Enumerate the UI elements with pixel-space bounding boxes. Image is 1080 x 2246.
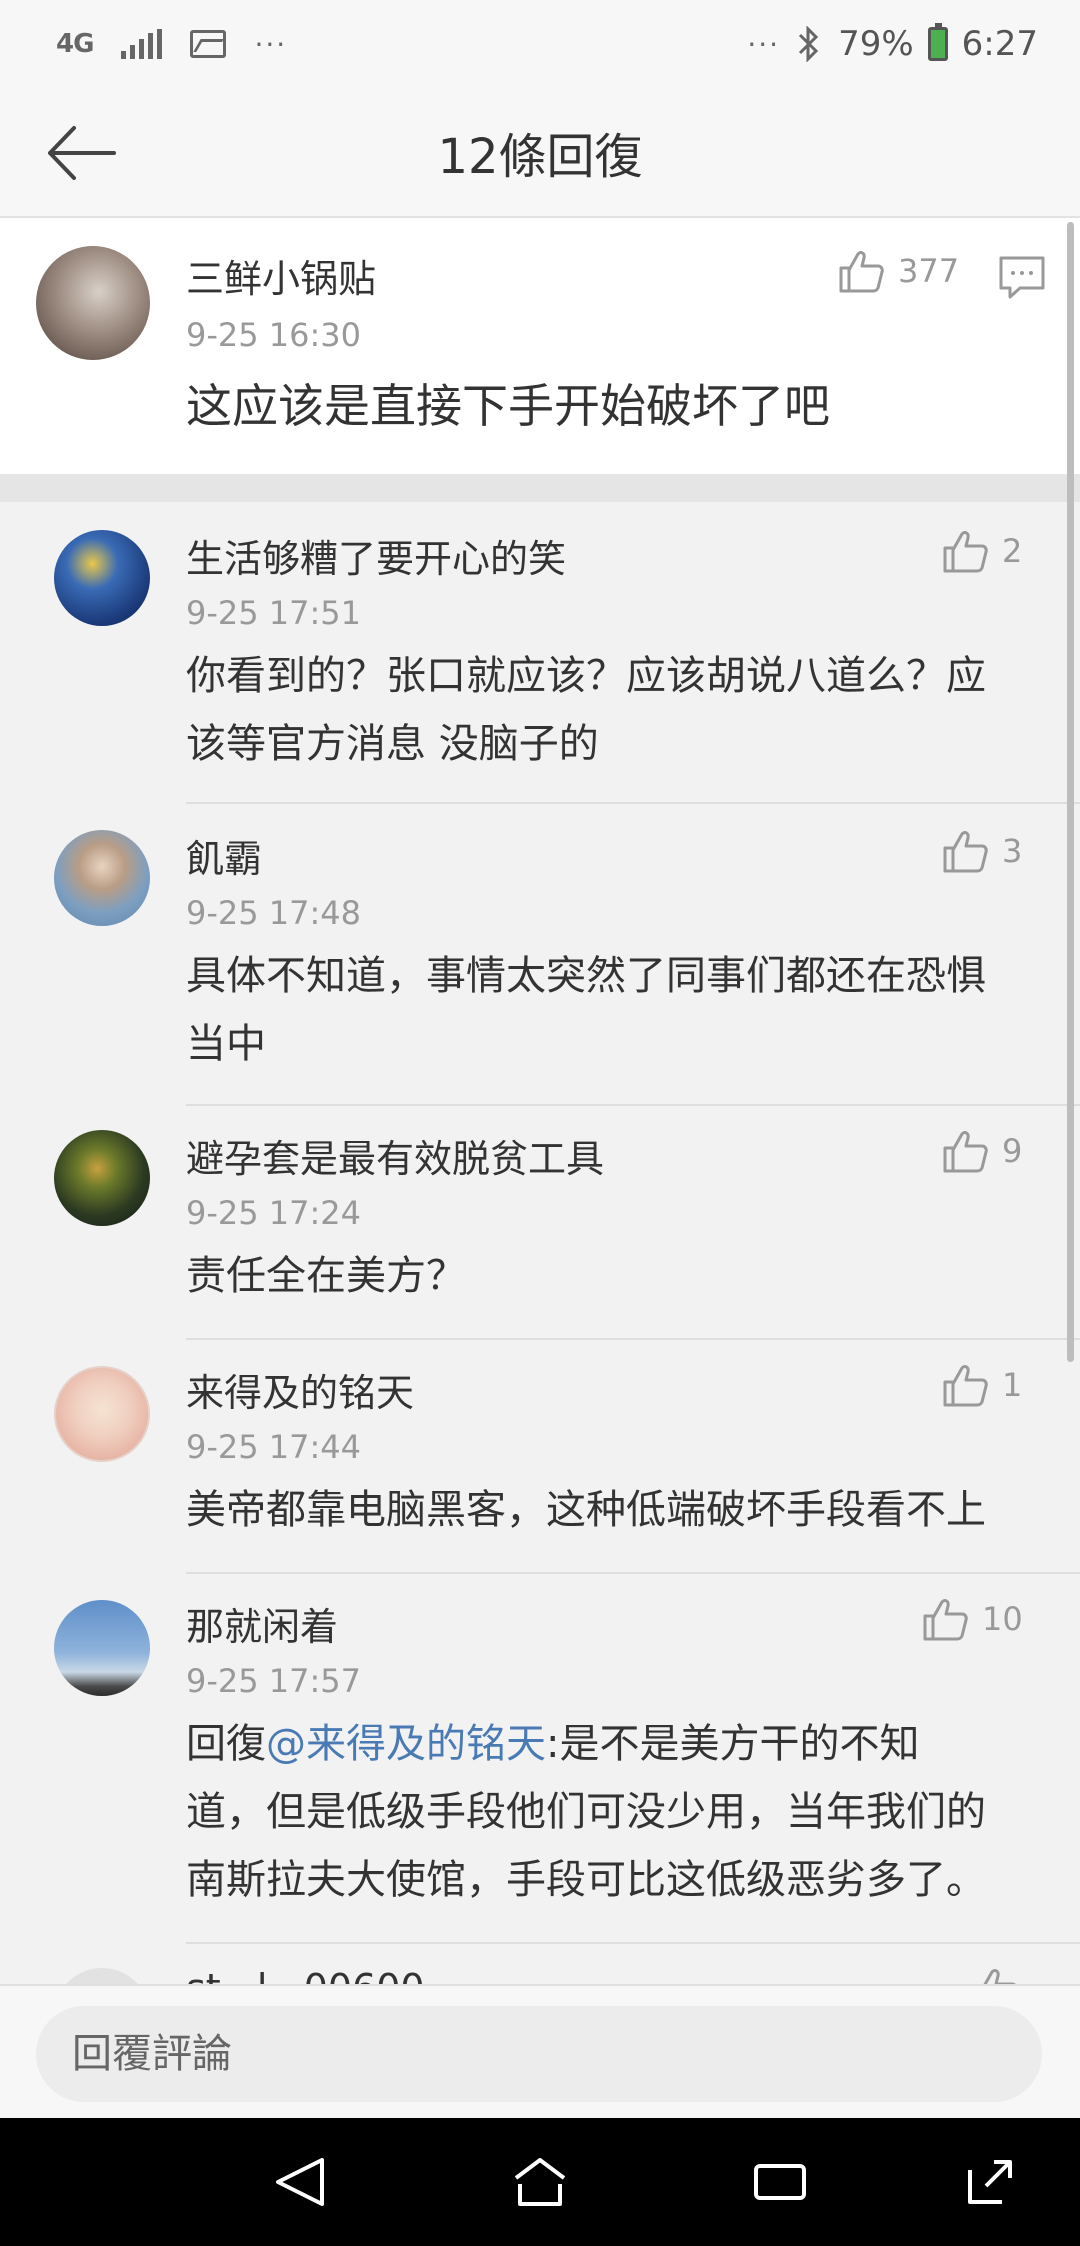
more-notifications-icon: ··· — [254, 27, 288, 61]
avatar[interactable] — [36, 246, 150, 360]
username[interactable]: 飢霸 — [186, 828, 262, 883]
username[interactable]: 三鲜小锅贴 — [186, 248, 376, 303]
like-button[interactable]: 10 — [920, 1594, 1023, 1644]
username[interactable]: st...l...00600 — [186, 1966, 425, 1984]
like-button[interactable]: 1 — [940, 1360, 1022, 1410]
timestamp: 9-25 17:57 — [186, 1662, 362, 1700]
battery-icon — [927, 23, 948, 61]
timestamp: 9-25 17:24 — [186, 1194, 362, 1232]
username[interactable]: 避孕套是最有效脱贫工具 — [186, 1128, 604, 1183]
thumbs-up-icon — [983, 1969, 1016, 1984]
reply-text-line: 南斯拉夫大使馆，手段可比这低级恶劣多了。 — [186, 1857, 986, 1903]
reply-text-line: 道，但是低级手段他们可没少用，当年我们的 — [186, 1789, 986, 1835]
reply-list: 生活够糟了要开心的笑 9-25 17:51 你看到的？张口就应该？应该胡说八道么… — [0, 502, 1080, 1984]
comment-thread[interactable]: 三鲜小锅贴 9-25 16:30 这应该是直接下手开始破坏了吧 377 生活够糟… — [0, 218, 1080, 1984]
nav-recents-icon[interactable] — [750, 2152, 810, 2212]
network-type: 4G — [56, 29, 94, 59]
avatar[interactable] — [54, 830, 150, 926]
like-count: 10 — [982, 1600, 1023, 1638]
timestamp: 9-25 17:51 — [186, 594, 362, 632]
comment-text: 这应该是直接下手开始破坏了吧 — [186, 379, 830, 433]
nav-back-icon[interactable] — [270, 2152, 330, 2212]
thumbs-up-icon — [839, 251, 884, 293]
list-item: 避孕套是最有效脱贫工具 9-25 17:24 责任全在美方？ 9 — [0, 1106, 1080, 1340]
list-item: 那就闲着 9-25 17:57 回復@来得及的铭天:是不是美方干的不知 道，但是… — [0, 1574, 1080, 1944]
comment-icon[interactable] — [998, 254, 1046, 300]
status-bar: 4G ··· ··· 79% 6:27 — [0, 0, 1080, 88]
list-item: 来得及的铭天 9-25 17:44 美帝都靠电脑黑客，这种低端破坏手段看不上 1 — [0, 1340, 1080, 1574]
back-arrow-icon[interactable] — [42, 118, 122, 188]
more-status-icon: ··· — [747, 27, 781, 61]
reply-text-line: 具体不知道，事情太突然了同事们都还在恐惧 — [186, 953, 986, 999]
like-button[interactable]: 377 — [836, 246, 959, 296]
system-nav-bar — [0, 2118, 1080, 2246]
list-item: st...l...00600 — [0, 1944, 1080, 1984]
list-item: 飢霸 9-25 17:48 具体不知道，事情太突然了同事们都还在恐惧 当中 3 — [0, 804, 1080, 1106]
reply-text-line: 你看到的？张口就应该？应该胡说八道么？应 — [186, 653, 986, 699]
username[interactable]: 来得及的铭天 — [186, 1362, 414, 1417]
nav-home-icon[interactable] — [510, 2152, 570, 2212]
avatar[interactable] — [54, 1366, 150, 1462]
like-count: 1 — [1002, 1366, 1023, 1404]
signal-icon — [121, 29, 163, 59]
reply-input[interactable] — [36, 2006, 1042, 2102]
avatar[interactable] — [54, 530, 150, 626]
clock: 6:27 — [961, 24, 1038, 64]
like-button[interactable]: 9 — [940, 1126, 1022, 1176]
reply-text-line: 该等官方消息 没脑子的 — [186, 721, 599, 767]
reply-text-rest: :是不是美方干的不知 — [546, 1721, 920, 1767]
section-divider — [0, 474, 1080, 502]
reply-prefix: 回復 — [186, 1721, 266, 1767]
like-count: 3 — [1002, 832, 1023, 870]
timestamp: 9-25 17:44 — [186, 1428, 362, 1466]
avatar[interactable] — [54, 1130, 150, 1226]
reply-bar — [0, 1984, 1080, 2118]
reply-text-line: 美帝都靠电脑黑客，这种低端破坏手段看不上 — [186, 1487, 986, 1533]
image-notification-icon — [190, 30, 227, 58]
like-count: 377 — [898, 252, 960, 290]
like-button[interactable]: 2 — [940, 526, 1022, 576]
thumbs-up-icon — [943, 1131, 988, 1173]
list-item: 生活够糟了要开心的笑 9-25 17:51 你看到的？张口就应该？应该胡说八道么… — [0, 502, 1080, 804]
username[interactable]: 生活够糟了要开心的笑 — [186, 528, 566, 583]
avatar[interactable] — [54, 1968, 150, 1984]
page-title: 12條回復 — [437, 129, 643, 185]
thumbs-up-icon — [943, 1365, 988, 1407]
timestamp: 9-25 16:30 — [186, 316, 362, 354]
timestamp: 9-25 17:48 — [186, 894, 362, 932]
battery-percent: 79% — [838, 24, 914, 64]
avatar[interactable] — [54, 1600, 150, 1696]
thumbs-up-icon — [943, 831, 988, 873]
like-count: 2 — [1002, 532, 1023, 570]
reply-text-line: 回復@来得及的铭天:是不是美方干的不知 — [186, 1710, 919, 1778]
username[interactable]: 那就闲着 — [186, 1596, 338, 1651]
scrollbar[interactable] — [1067, 222, 1074, 1362]
reply-text-line: 当中 — [186, 1021, 266, 1067]
thumbs-up-icon — [923, 1599, 968, 1641]
nav-expand-icon[interactable] — [960, 2152, 1020, 2212]
like-count: 9 — [1002, 1132, 1023, 1170]
like-button[interactable] — [970, 1964, 1020, 1984]
mention-link[interactable]: @来得及的铭天 — [266, 1721, 546, 1767]
bluetooth-icon — [799, 26, 819, 62]
main-comment: 三鲜小锅贴 9-25 16:30 这应该是直接下手开始破坏了吧 377 — [0, 218, 1080, 474]
thumbs-up-icon — [943, 531, 988, 573]
reply-text-line: 责任全在美方？ — [186, 1253, 466, 1299]
header: 12條回復 — [0, 88, 1080, 218]
like-button[interactable]: 3 — [940, 826, 1022, 876]
